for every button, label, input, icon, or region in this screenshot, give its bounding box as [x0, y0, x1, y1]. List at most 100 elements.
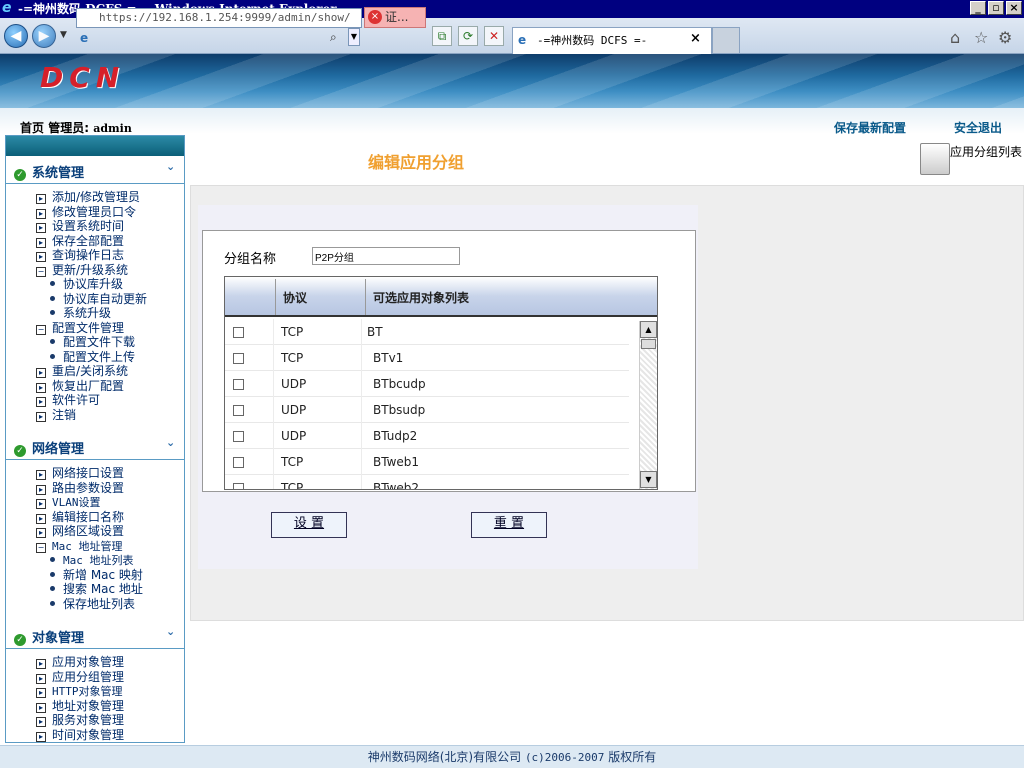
scroll-up-icon[interactable]: ▲	[640, 321, 657, 338]
row-checkbox[interactable]	[233, 353, 244, 364]
sidebar-section-title[interactable]: ✓ 系统管理	[14, 162, 84, 181]
close-button[interactable]: ×	[1006, 1, 1022, 15]
home-link[interactable]: 首页	[20, 121, 44, 135]
sidebar-item[interactable]: ▸ 查询操作日志	[36, 248, 124, 262]
expand-box-icon: ▸	[36, 208, 46, 219]
sidebar-item-label: 查询操作日志	[52, 248, 125, 262]
forward-icon[interactable]: ▶	[32, 24, 56, 48]
row-checkbox[interactable]	[233, 379, 244, 390]
sidebar-item[interactable]: ▸ 地址对象管理	[36, 699, 124, 713]
favorites-icon[interactable]: ☆	[974, 28, 988, 47]
table-row[interactable]: TCP BT	[225, 319, 629, 345]
section-label: 对象管理	[32, 631, 85, 646]
scroll-down-icon[interactable]: ▼	[640, 471, 657, 488]
table-row[interactable]: TCP BTweb2	[225, 475, 629, 489]
sidebar-item[interactable]: ▸ 网络接口设置	[36, 466, 124, 480]
sidebar-subitem[interactable]: 协议库升级	[50, 277, 123, 291]
sidebar-item[interactable]: ▸ 注销	[36, 408, 76, 422]
collapse-chevron-icon[interactable]: ⌄	[166, 625, 175, 638]
certificate-error-button[interactable]: × 证...	[364, 7, 426, 28]
address-dropdown-icon[interactable]: ▼	[348, 28, 360, 46]
expand-box-icon: ▸	[36, 252, 46, 262]
group-name-input[interactable]	[312, 247, 460, 265]
row-checkbox[interactable]	[233, 327, 244, 338]
row-app-name: BTv1	[373, 351, 404, 365]
collapse-chevron-icon[interactable]: ⌄	[166, 436, 175, 449]
row-checkbox[interactable]	[233, 457, 244, 468]
sidebar-item[interactable]: ▸ 软件许可	[36, 393, 100, 407]
app-group-list-link[interactable]: 应用分组列表	[920, 143, 1022, 160]
sidebar-item-label: 恢复出厂配置	[52, 378, 125, 393]
scroll-thumb[interactable]	[641, 339, 656, 349]
sidebar-subitem[interactable]: 保存地址列表	[50, 597, 135, 611]
table-scrollbar[interactable]: ▲ ▼	[639, 321, 657, 489]
table-body: TCP BT TCP BTv1 UDP BTbcudp UDP BTbsudp UDP BTudp…	[225, 319, 637, 489]
ie-logo-icon: e	[2, 0, 12, 16]
sidebar-item[interactable]: ▸ 添加/修改管理员	[36, 190, 140, 204]
row-checkbox[interactable]	[233, 431, 244, 442]
bullet-icon	[50, 571, 55, 577]
logout-link[interactable]: 安全退出	[954, 119, 1002, 136]
maximize-button[interactable]: ▫	[988, 1, 1004, 15]
sidebar-item-label: 服务对象管理	[52, 713, 125, 727]
refresh-icon[interactable]: ⟳	[458, 26, 478, 46]
row-checkbox[interactable]	[233, 483, 244, 489]
tools-gear-icon[interactable]: ⚙	[998, 28, 1012, 47]
sidebar-item[interactable]: ▸地址组管理	[36, 742, 112, 743]
browser-tab[interactable]: -=神州数码 DCFS =-	[512, 27, 712, 54]
sidebar-item-label: 地址组管理	[52, 742, 112, 743]
sidebar-subitem[interactable]: 系统升级	[50, 306, 111, 320]
sidebar-item[interactable]: ▸ 网络区域设置	[36, 524, 124, 538]
table-row[interactable]: UDP BTbcudp	[225, 371, 629, 397]
tab-close-icon[interactable]: ×	[690, 31, 701, 46]
sidebar-section-title[interactable]: ✓ 网络管理	[14, 438, 84, 457]
sidebar-item[interactable]: − Mac 地址管理	[36, 539, 123, 554]
sidebar-item[interactable]: ▸ 应用分组管理	[36, 670, 124, 684]
new-tab-button[interactable]	[712, 27, 740, 54]
stop-icon[interactable]: ✕	[484, 26, 504, 46]
history-dropdown-icon[interactable]: ▼	[60, 30, 67, 40]
sidebar-item[interactable]: ▸ 编辑接口名称	[36, 510, 124, 524]
table-row[interactable]: TCP BTv1	[225, 345, 629, 371]
expand-box-icon: ▸	[36, 368, 46, 378]
table-row[interactable]: UDP BTbsudp	[225, 397, 629, 423]
sidebar-item-label: 软件许可	[52, 393, 101, 407]
row-checkbox[interactable]	[233, 405, 244, 416]
sidebar-item[interactable]: − 更新/升级系统	[36, 263, 128, 277]
sidebar-subitem[interactable]: 新增 Mac 映射	[50, 568, 143, 582]
set-button[interactable]: 设 置	[271, 512, 347, 538]
save-config-link[interactable]: 保存最新配置	[834, 119, 906, 136]
sidebar-item[interactable]: ▸ 设置系统时间	[36, 219, 124, 233]
sidebar-subitem[interactable]: Mac 地址列表	[50, 553, 134, 568]
collapse-chevron-icon[interactable]: ⌄	[166, 160, 175, 173]
collapse-box-icon: −	[36, 542, 46, 553]
sidebar-item[interactable]: ▸ 恢复出厂配置	[36, 379, 124, 393]
search-icon[interactable]: ⌕	[330, 30, 337, 45]
sidebar-subitem[interactable]: 配置文件上传	[50, 350, 135, 364]
sidebar-subitem[interactable]: 配置文件下载	[50, 335, 135, 349]
sidebar-item[interactable]: − 配置文件管理	[36, 321, 124, 335]
minimize-button[interactable]: _	[970, 1, 986, 15]
sidebar-item[interactable]: ▸ VLAN设置	[36, 495, 101, 510]
sidebar-subitem[interactable]: 搜索 Mac 地址	[50, 582, 143, 596]
sidebar-item[interactable]: ▸ 应用对象管理	[36, 655, 124, 669]
home-icon[interactable]: ⌂	[950, 28, 960, 47]
address-bar[interactable]: https://192.168.1.254:9999/admin/show/	[76, 8, 362, 28]
table-row[interactable]: UDP BTudp2	[225, 423, 629, 449]
sidebar-item[interactable]: ▸ 路由参数设置	[36, 481, 124, 495]
sidebar-item[interactable]: ▸ HTTP对象管理	[36, 684, 123, 699]
bullet-icon	[50, 353, 55, 359]
expand-box-icon: ▸	[36, 499, 46, 509]
back-icon[interactable]: ◀	[4, 24, 28, 48]
sidebar-item[interactable]: ▸ 保存全部配置	[36, 234, 124, 248]
table-row[interactable]: TCP BTweb1	[225, 449, 629, 475]
sidebar-item[interactable]: ▸ 重启/关闭系统	[36, 364, 128, 378]
sidebar-section-title[interactable]: ✓ 对象管理	[14, 627, 84, 646]
reset-button[interactable]: 重 置	[471, 512, 547, 538]
sidebar-subitem[interactable]: 协议库自动更新	[50, 292, 147, 306]
sidebar-item[interactable]: ▸ 服务对象管理	[36, 713, 124, 727]
compat-view-icon[interactable]: ⧉	[432, 26, 452, 46]
sidebar-item[interactable]: ▸ 修改管理员口令	[36, 205, 136, 219]
sidebar-item[interactable]: ▸ 时间对象管理	[36, 728, 124, 742]
row-app-name: BTweb2	[373, 481, 420, 489]
